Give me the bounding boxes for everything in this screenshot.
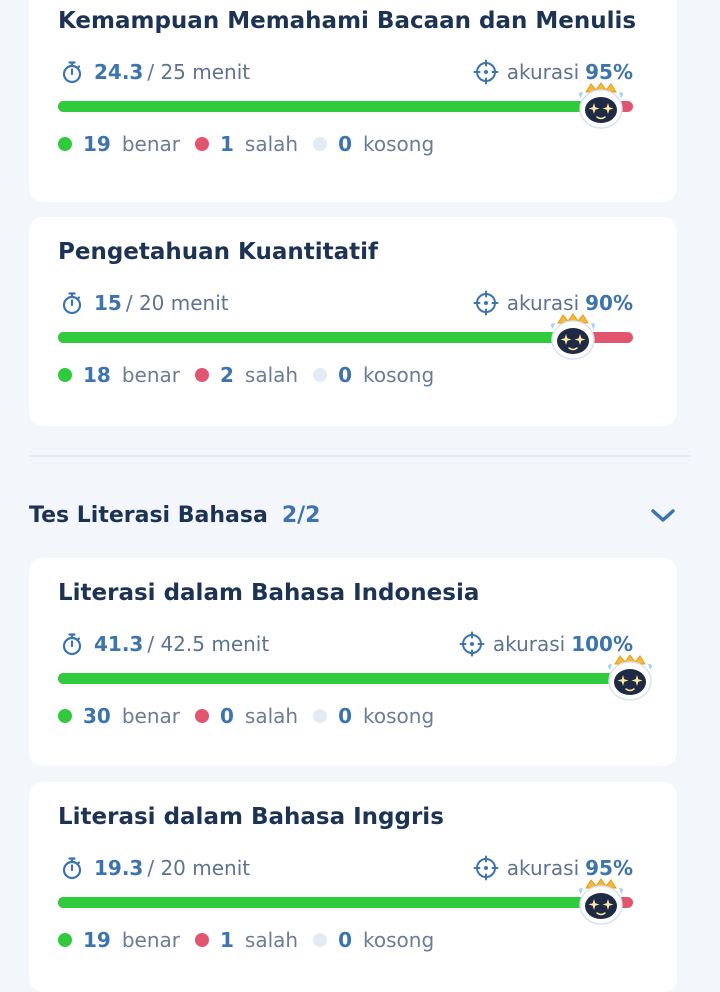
- stopwatch-icon: [62, 633, 82, 656]
- correct-dot: [58, 137, 72, 151]
- correct-count: 19: [83, 928, 111, 952]
- time-used: 41.3: [94, 632, 144, 656]
- accuracy-label: akurasi: [492, 632, 566, 656]
- accuracy-progress-fill: [58, 673, 633, 684]
- wrong-count: 1: [220, 132, 234, 156]
- crosshair-icon: [473, 59, 499, 85]
- wrong-count: 1: [220, 928, 234, 952]
- accuracy-label: akurasi: [506, 60, 580, 84]
- time-info: 19.3 / 20 menit: [60, 852, 250, 884]
- crosshair-icon: [459, 631, 485, 657]
- wrong-label: salah: [244, 132, 299, 156]
- robot-mascot-icon: [607, 654, 653, 701]
- wrong-count: 0: [220, 704, 234, 728]
- accuracy-progress-bar: [58, 673, 633, 684]
- section-header[interactable]: Tes Literasi Bahasa 2/2: [29, 497, 677, 533]
- wrong-label: salah: [244, 704, 299, 728]
- wrong-label: salah: [244, 363, 299, 387]
- correct-label: benar: [121, 363, 180, 387]
- time-info: 24.3 / 25 menit: [60, 56, 250, 88]
- robot-mascot-icon: [579, 82, 624, 129]
- wrong-count: 2: [220, 363, 234, 387]
- correct-count: 30: [83, 704, 111, 728]
- empty-count: 0: [338, 928, 353, 952]
- wrong-dot: [195, 368, 209, 382]
- time-total: / 20 menit: [147, 856, 251, 880]
- answer-stats: 30 benar 0 salah 0 kosong: [58, 704, 449, 728]
- empty-count: 0: [338, 132, 353, 156]
- time-used: 15: [94, 291, 122, 315]
- empty-count: 0: [338, 363, 353, 387]
- accuracy-label: akurasi: [506, 856, 580, 880]
- wrong-dot: [195, 933, 209, 947]
- section-title: Tes Literasi Bahasa: [29, 502, 268, 528]
- subtest-title: Pengetahuan Kuantitatif: [58, 239, 379, 265]
- time-total: / 25 menit: [147, 60, 251, 84]
- subtest-card[interactable]: Pengetahuan Kuantitatif 15 / 20 menit ak…: [29, 217, 677, 426]
- empty-count: 0: [338, 704, 353, 728]
- time-total: / 42.5 menit: [147, 632, 270, 656]
- subtest-title: Kemampuan Memahami Bacaan dan Menulis: [58, 8, 637, 34]
- accuracy-progress-fill: [58, 897, 605, 908]
- section-count: 2/2: [281, 502, 321, 528]
- answer-stats: 19 benar 1 salah 0 kosong: [58, 132, 449, 156]
- stopwatch-icon: [62, 857, 82, 880]
- correct-label: benar: [121, 132, 180, 156]
- accuracy-progress-fill: [58, 101, 605, 112]
- empty-label: kosong: [363, 363, 435, 387]
- correct-label: benar: [121, 928, 180, 952]
- subtest-title: Literasi dalam Bahasa Inggris: [58, 804, 444, 830]
- time-info: 15 / 20 menit: [60, 287, 229, 319]
- accuracy-progress-bar: [58, 101, 633, 112]
- answer-stats: 19 benar 1 salah 0 kosong: [58, 928, 449, 952]
- stopwatch-icon: [62, 61, 82, 84]
- section-divider: [29, 455, 691, 457]
- empty-label: kosong: [363, 132, 435, 156]
- robot-mascot-icon: [579, 878, 624, 925]
- empty-label: kosong: [363, 704, 435, 728]
- wrong-dot: [195, 137, 209, 151]
- stopwatch-icon: [62, 292, 82, 315]
- time-used: 24.3: [94, 60, 144, 84]
- chevron-down-icon[interactable]: [649, 503, 677, 527]
- correct-count: 18: [83, 363, 111, 387]
- subtest-card[interactable]: Kemampuan Memahami Bacaan dan Menulis 24…: [29, 0, 677, 202]
- subtest-card[interactable]: Literasi dalam Bahasa Inggris 19.3 / 20 …: [29, 782, 677, 992]
- subtest-title: Literasi dalam Bahasa Indonesia: [58, 580, 480, 606]
- empty-dot: [313, 933, 328, 947]
- crosshair-icon: [473, 290, 499, 316]
- correct-dot: [58, 709, 72, 723]
- empty-dot: [313, 709, 328, 723]
- empty-dot: [313, 137, 328, 151]
- correct-dot: [58, 368, 72, 382]
- accuracy-progress-fill: [58, 332, 576, 343]
- correct-count: 19: [83, 132, 111, 156]
- time-used: 19.3: [94, 856, 144, 880]
- correct-label: benar: [121, 704, 180, 728]
- subtest-card[interactable]: Literasi dalam Bahasa Indonesia 41.3 / 4…: [29, 558, 677, 766]
- answer-stats: 18 benar 2 salah 0 kosong: [58, 363, 449, 387]
- empty-dot: [313, 368, 328, 382]
- accuracy-progress-bar: [58, 897, 633, 908]
- robot-mascot-icon: [550, 313, 595, 360]
- wrong-dot: [195, 709, 209, 723]
- correct-dot: [58, 933, 72, 947]
- wrong-label: salah: [244, 928, 299, 952]
- time-info: 41.3 / 42.5 menit: [60, 628, 269, 660]
- empty-label: kosong: [363, 928, 435, 952]
- crosshair-icon: [473, 855, 499, 881]
- time-total: / 20 menit: [125, 291, 229, 315]
